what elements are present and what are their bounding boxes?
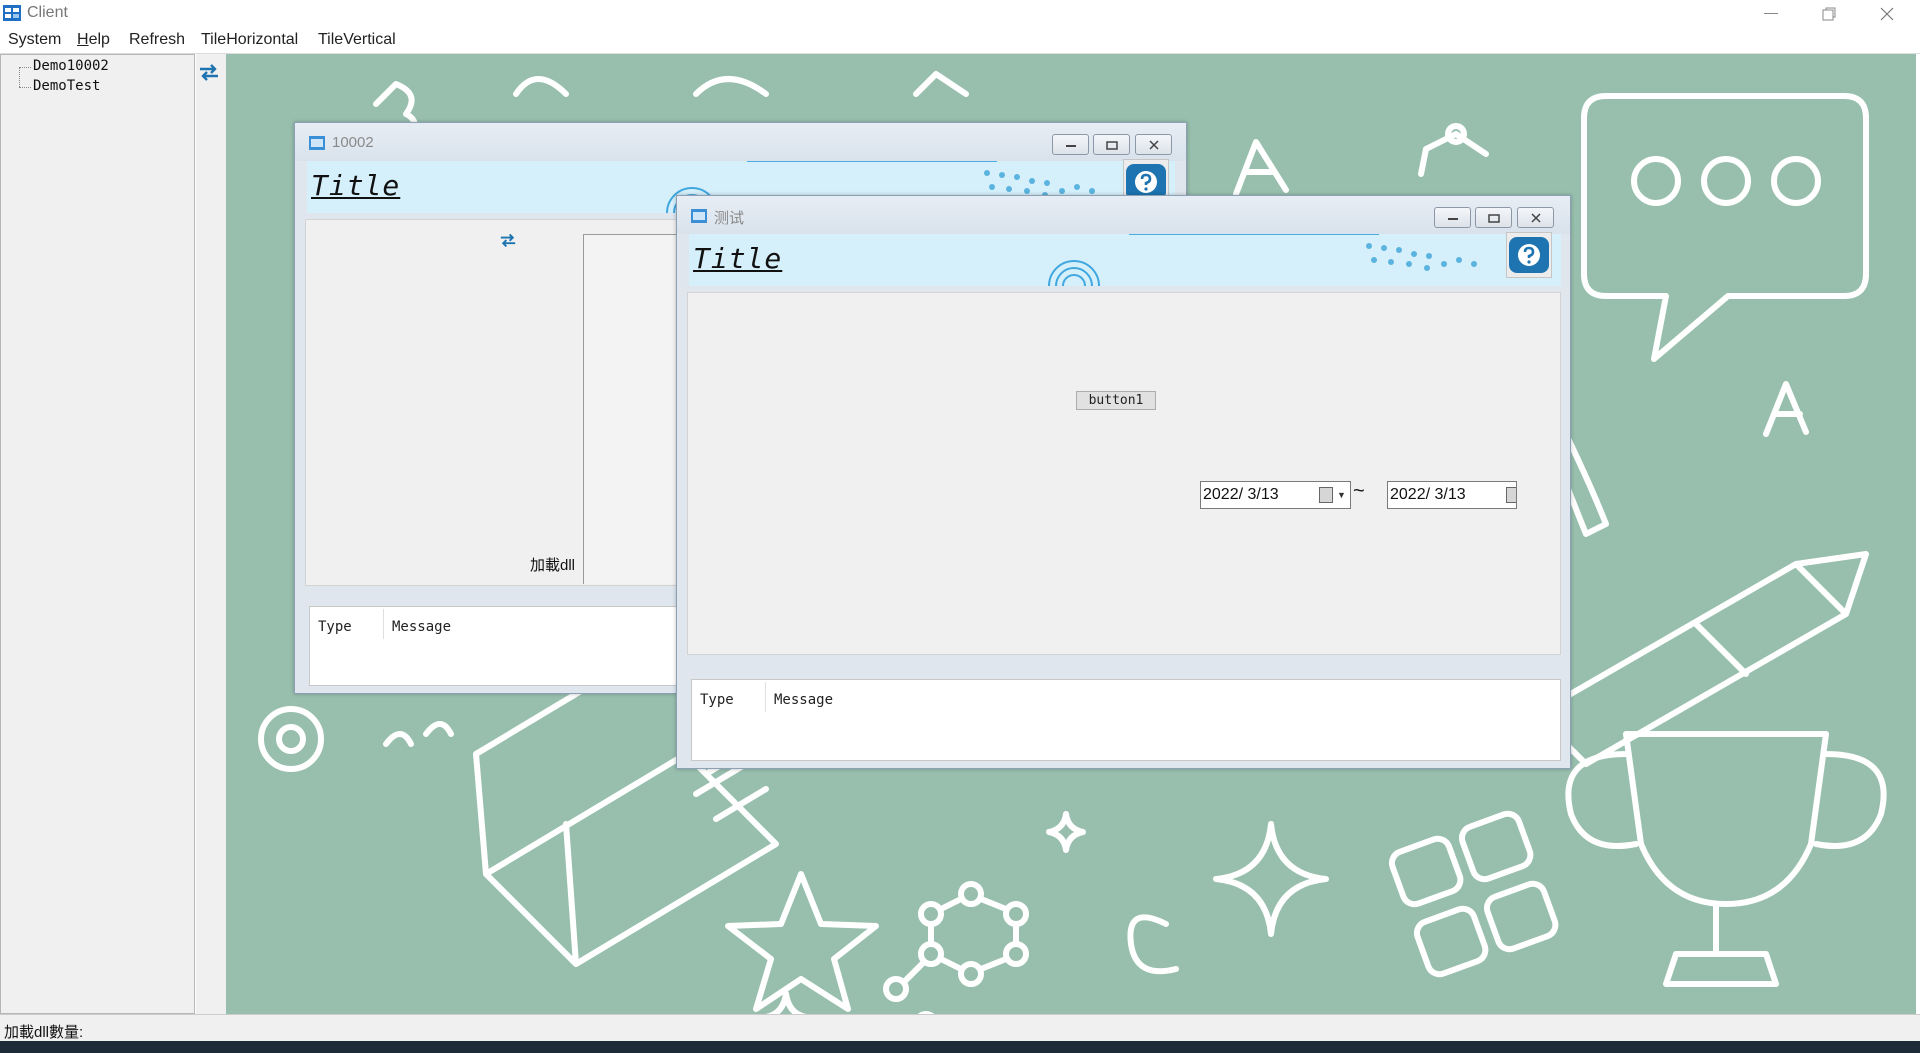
date-range-separator: ~ [1353, 480, 1365, 502]
minimize-button[interactable] [1434, 207, 1471, 228]
close-button[interactable] [1135, 134, 1172, 155]
restore-button[interactable] [1475, 207, 1512, 228]
minimize-button[interactable] [1052, 134, 1089, 155]
restore-button[interactable] [1800, 0, 1858, 28]
dll-count-label: 加載dll數量: [4, 1024, 84, 1041]
date-from-value: 2022/ 3/13 [1203, 486, 1279, 503]
dots-decoration [1129, 234, 1477, 271]
title-banner: Title [689, 234, 1561, 286]
splitter[interactable] [196, 54, 226, 1014]
date-from-picker[interactable]: 2022/ 3/13 ▼ [1200, 481, 1351, 509]
date-to-value: 2022/ 3/13 [1390, 486, 1466, 503]
swap-icon[interactable] [499, 232, 517, 248]
menu-refresh[interactable]: Refresh [129, 31, 185, 49]
column-message[interactable]: Message [774, 692, 833, 708]
child-title-text: 测试 [714, 210, 745, 227]
column-message[interactable]: Message [392, 619, 451, 635]
rainbow-icon [1048, 260, 1100, 286]
module-tree: Demo10002 DemoTest [0, 54, 195, 1014]
calendar-icon[interactable] [1506, 487, 1516, 503]
close-icon [1880, 7, 1894, 21]
minimize-button[interactable] [1742, 0, 1800, 28]
window-icon [309, 136, 325, 150]
dropdown-arrow-icon[interactable]: ▼ [1337, 490, 1346, 500]
banner-title: Title [693, 242, 783, 275]
status-bar: 加載dll數量: [0, 1014, 1920, 1041]
app-icon [3, 5, 21, 21]
main-content: button1 2022/ 3/13 ▼ ~ 2022/ 3/13 [687, 292, 1561, 655]
window-icon [691, 209, 707, 223]
child-title-bar[interactable]: 测试 [677, 196, 1570, 234]
column-type[interactable]: Type [318, 619, 352, 635]
close-button[interactable] [1858, 0, 1916, 28]
tree-connector [19, 67, 31, 87]
column-separator [383, 609, 384, 639]
child-title-text: 10002 [332, 134, 374, 151]
column-separator [765, 682, 766, 712]
menu-bar: System Help Refresh TileHorizontal TileV… [0, 28, 1920, 54]
close-icon [1530, 212, 1541, 223]
title-bar: Client [0, 0, 1920, 28]
app-title: Client [27, 4, 68, 21]
tree-connector [19, 67, 31, 68]
close-button[interactable] [1517, 207, 1554, 228]
taskbar [0, 1041, 1920, 1053]
tree-item-demotest[interactable]: DemoTest [33, 78, 100, 94]
button1[interactable]: button1 [1076, 391, 1156, 410]
minimize-icon [1065, 144, 1076, 147]
minimize-icon [1447, 217, 1458, 220]
swap-icon[interactable] [198, 62, 220, 82]
load-dll-label: 加載dll [530, 557, 576, 574]
menu-tile-vertical[interactable]: TileVertical [318, 31, 396, 49]
help-icon [1509, 237, 1549, 273]
message-grid[interactable]: Type Message [691, 679, 1561, 761]
child-title-bar[interactable]: 10002 [295, 123, 1186, 161]
menu-system[interactable]: System [8, 31, 61, 49]
column-type[interactable]: Type [700, 692, 734, 708]
tree-item-demo10002[interactable]: Demo10002 [33, 58, 109, 74]
calendar-icon[interactable] [1319, 487, 1333, 503]
restore-icon [1487, 213, 1500, 223]
restore-icon [1822, 7, 1836, 21]
client-app: Client System Help Refresh TileHorizonta… [0, 0, 1920, 1053]
help-button[interactable] [1506, 232, 1552, 278]
close-icon [1148, 139, 1159, 150]
restore-button[interactable] [1093, 134, 1130, 155]
right-panel [583, 234, 683, 584]
menu-tile-horizontal[interactable]: TileHorizontal [201, 31, 298, 49]
child-window-test[interactable]: 测试 Title button1 2022/ 3/13 ▼ ~ 2022/ 3/… [676, 195, 1571, 769]
minimize-icon [1764, 13, 1778, 14]
banner-title: Title [311, 169, 401, 202]
restore-icon [1105, 140, 1118, 150]
tree-connector [19, 87, 31, 88]
menu-help[interactable]: Help [77, 31, 110, 49]
date-to-picker[interactable]: 2022/ 3/13 [1387, 481, 1517, 509]
